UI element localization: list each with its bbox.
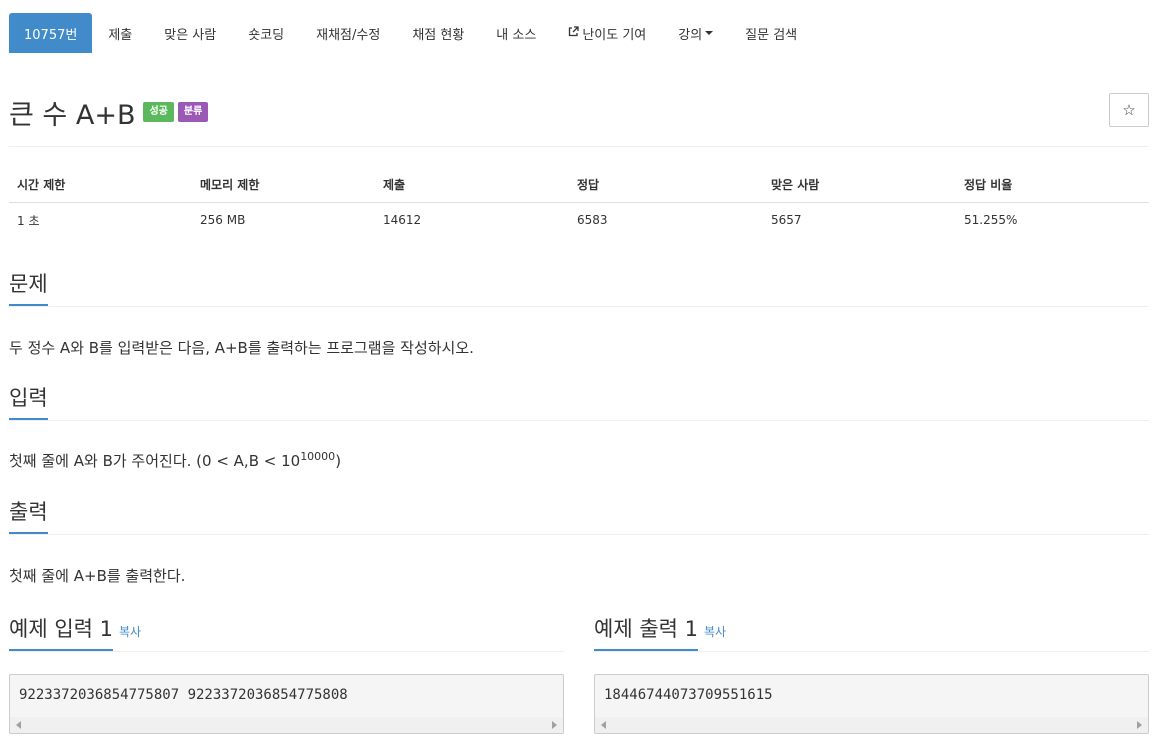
output-text: 첫째 줄에 A+B를 출력한다.: [9, 567, 186, 585]
scroll-left-icon[interactable]: [16, 721, 21, 729]
output-title: 출력: [9, 496, 48, 535]
star-icon: ☆: [1122, 101, 1136, 119]
divider: [9, 146, 1149, 147]
tab-problem[interactable]: 10757번: [9, 13, 93, 53]
output-section-header: 출력: [9, 496, 1149, 535]
description-section-header: 문제: [9, 268, 1149, 307]
time-limit-value: 1 초: [17, 213, 40, 228]
tab-label: 난이도 기여: [582, 27, 647, 43]
tab-label: 질문 검색: [745, 27, 798, 43]
horizontal-scrollbar[interactable]: [10, 717, 563, 733]
accept-ratio-value: 51.255%: [964, 213, 1018, 228]
memory-limit-value: 256 MB: [200, 213, 246, 228]
header-accepted: 정답: [569, 168, 763, 203]
description-title: 문제: [9, 268, 48, 307]
tab-label: 내 소스: [496, 27, 537, 43]
header-accepted-users: 맞은 사람: [763, 168, 956, 203]
accepted-users-value: 5657: [771, 213, 802, 228]
tab-accepted-users[interactable]: 맞은 사람: [148, 13, 232, 53]
sample-output-title: 예제 출력 1: [594, 613, 698, 652]
tab-label: 10757번: [24, 27, 78, 43]
tab-rejudge[interactable]: 재채점/수정: [300, 13, 396, 53]
tab-lectures-dropdown[interactable]: 강의: [662, 13, 729, 53]
tab-label: 숏코딩: [248, 27, 285, 43]
tab-difficulty-contribution[interactable]: 난이도 기여: [552, 13, 662, 53]
divider: [9, 306, 1149, 307]
tab-question-search[interactable]: 질문 검색: [729, 13, 813, 53]
divider: [9, 534, 1149, 535]
scroll-left-icon[interactable]: [601, 721, 606, 729]
horizontal-scrollbar[interactable]: [595, 717, 1148, 733]
category-badge[interactable]: 분류: [177, 102, 209, 122]
tab-my-source[interactable]: 내 소스: [480, 13, 552, 53]
sample-output-box[interactable]: 18446744073709551615: [594, 674, 1149, 734]
sample-input-title: 예제 입력 1: [9, 613, 113, 652]
sample-input-box[interactable]: 9223372036854775807 9223372036854775808: [9, 674, 564, 734]
accepted-value: 6583: [577, 213, 608, 228]
copy-input-link[interactable]: 복사: [119, 625, 141, 639]
input-text: 첫째 줄에 A와 B가 주어진다. (0 < A,B < 1010000): [9, 450, 341, 471]
tab-short-coding[interactable]: 숏코딩: [232, 13, 300, 53]
tab-label: 제출: [108, 27, 133, 43]
input-text-main: 첫째 줄에 A와 B가 주어진다. (0 < A,B < 10: [9, 452, 301, 470]
caret-down-icon: [705, 31, 714, 35]
tab-submit[interactable]: 제출: [92, 13, 148, 53]
table-row: 1 초 256 MB 14612 6583 5657 51.255%: [9, 202, 1149, 238]
header-accept-ratio: 정답 비율: [956, 168, 1149, 203]
problem-info-table: 시간 제한 메모리 제한 제출 정답 맞은 사람 정답 비율 1 초 256 M…: [9, 168, 1149, 238]
scroll-right-icon[interactable]: [552, 721, 557, 729]
sample-output-header: 예제 출력 1 복사: [594, 613, 1149, 652]
tab-label: 강의: [678, 27, 703, 43]
tab-label: 재채점/수정: [316, 27, 381, 43]
header-memory-limit: 메모리 제한: [192, 168, 375, 203]
sample-input-header: 예제 입력 1 복사: [9, 613, 564, 652]
tab-status[interactable]: 채점 현황: [396, 13, 480, 53]
problem-title-row: 큰 수 A+B 성공 분류: [9, 92, 209, 132]
sample-input-value: 9223372036854775807 9223372036854775808: [19, 687, 348, 703]
submissions-value: 14612: [383, 213, 422, 228]
favorite-star-button[interactable]: ☆: [1109, 93, 1149, 127]
header-submissions: 제출: [375, 168, 569, 203]
tab-label: 채점 현황: [412, 27, 465, 43]
problem-nav-tabs: 10757번 제출 맞은 사람 숏코딩 재채점/수정 채점 현황 내 소스 난이…: [9, 13, 813, 53]
tab-label: 맞은 사람: [164, 27, 217, 43]
header-time-limit: 시간 제한: [9, 168, 192, 203]
description-text: 두 정수 A와 B를 입력받은 다음, A+B를 출력하는 프로그램을 작성하시…: [9, 339, 474, 357]
scroll-right-icon[interactable]: [1137, 721, 1142, 729]
divider: [594, 651, 1149, 652]
page-title: 큰 수 A+B: [9, 99, 136, 131]
input-title: 입력: [9, 382, 48, 421]
table-header-row: 시간 제한 메모리 제한 제출 정답 맞은 사람 정답 비율: [9, 168, 1149, 203]
divider: [9, 420, 1149, 421]
copy-output-link[interactable]: 복사: [704, 625, 726, 639]
divider: [9, 651, 564, 652]
input-section-header: 입력: [9, 382, 1149, 421]
sample-output-value: 18446744073709551615: [604, 687, 773, 703]
external-link-icon: [568, 26, 579, 40]
input-text-end: ): [335, 452, 342, 470]
input-text-exponent: 10000: [300, 450, 336, 463]
success-badge: 성공: [143, 102, 174, 122]
